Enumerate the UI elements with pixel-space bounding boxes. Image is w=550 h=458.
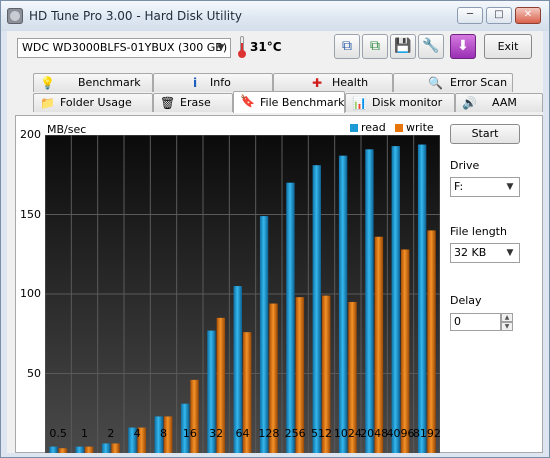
file-benchmark-icon: 🔖	[240, 94, 255, 108]
bar-read-4096	[391, 146, 400, 453]
start-button[interactable]: Start	[450, 124, 520, 144]
chevron-down-icon: ▼	[506, 248, 514, 258]
bar-write-2048	[374, 236, 384, 453]
copy-screenshot-button[interactable]: ⧉	[362, 34, 388, 59]
file-length-select[interactable]: 32 KB ▼	[450, 243, 520, 263]
tab-aam[interactable]: 🔊 AAM	[455, 93, 543, 112]
bar-read-2048	[365, 149, 374, 453]
legend-write-label: write	[406, 121, 434, 134]
temperature-readout: 31°C	[250, 40, 282, 54]
y-tick-label: 50	[27, 366, 41, 380]
exit-button[interactable]: Exit	[484, 34, 532, 59]
benchmark-chart	[45, 135, 440, 453]
options-button[interactable]: 🔧	[418, 34, 444, 59]
legend-read-swatch	[350, 124, 358, 132]
tab-error-scan[interactable]: 🔍 Error Scan	[393, 73, 513, 92]
tab-disk-monitor-label: Disk monitor	[372, 96, 443, 109]
drive-label: Drive	[450, 159, 480, 172]
app-disk-icon	[7, 8, 23, 24]
drive-select[interactable]: WDC WD3000BLFS-01YBUX (300 GB) ▼	[17, 38, 231, 58]
tab-disk-monitor[interactable]: 📊 Disk monitor	[345, 93, 455, 112]
drive-letter-select[interactable]: F: ▼	[450, 177, 520, 197]
tab-info-label: Info	[210, 76, 231, 89]
tab-health[interactable]: ✚ Health	[273, 73, 393, 92]
folder-icon: 📁	[40, 96, 55, 110]
tab-error-scan-label: Error Scan	[450, 76, 508, 89]
speaker-icon: 🔊	[462, 96, 477, 110]
title-bar[interactable]: HD Tune Pro 3.00 - Hard Disk Utility ─ □…	[1, 1, 549, 31]
drive-letter-value: F:	[454, 180, 464, 193]
bar-read-8192	[417, 144, 427, 453]
bar-read-0.5	[49, 446, 58, 453]
tab-erase[interactable]: 🗑 Erase	[153, 93, 233, 112]
thermometer-icon	[237, 36, 247, 58]
copy-text-button[interactable]: ⧉	[334, 34, 360, 59]
wrench-icon: 🔧	[422, 38, 440, 54]
x-tick-label: 8192	[412, 427, 441, 440]
legend-read-label: read	[361, 121, 386, 134]
copy-icon: ⧉	[342, 38, 352, 54]
lightbulb-icon: 💡	[40, 76, 55, 90]
chevron-down-icon: ▼	[217, 43, 225, 53]
bar-write-4096	[401, 249, 410, 453]
tab-folder-usage[interactable]: 📁 Folder Usage	[33, 93, 153, 112]
magnifier-icon: 🔍	[428, 76, 443, 90]
trash-icon: 🗑	[160, 96, 176, 110]
legend-write-swatch	[395, 124, 403, 132]
file-length-label: File length	[450, 225, 507, 238]
drive-select-value: WDC WD3000BLFS-01YBUX (300 GB)	[22, 41, 228, 54]
bar-read-1024	[338, 155, 348, 453]
bar-read-512	[312, 165, 321, 453]
bar-write-0.5	[58, 448, 68, 453]
tab-info[interactable]: i Info	[153, 73, 273, 92]
chevron-down-icon: ▼	[506, 182, 514, 192]
file-length-value: 32 KB	[454, 246, 487, 259]
y-tick-label: 100	[20, 287, 41, 300]
tab-file-benchmark[interactable]: 🔖 File Benchmark	[233, 91, 345, 113]
bar-write-2	[111, 443, 120, 453]
minimize-button[interactable]: ─	[457, 7, 483, 24]
disk-monitor-icon: 📊	[352, 96, 367, 110]
tab-benchmark[interactable]: 💡 Benchmark	[33, 73, 153, 92]
y-tick-label: 200	[20, 128, 41, 141]
download-button[interactable]: ⬇	[450, 34, 476, 59]
tab-erase-label: Erase	[180, 96, 211, 109]
window-title: HD Tune Pro 3.00 - Hard Disk Utility	[29, 9, 242, 23]
download-arrow-icon: ⬇	[457, 38, 469, 54]
bar-write-16	[190, 379, 199, 453]
floppy-icon: 💾	[394, 38, 412, 54]
close-button[interactable]: ✕	[515, 7, 541, 24]
tab-folder-usage-label: Folder Usage	[60, 96, 132, 109]
y-tick-label: 150	[20, 207, 41, 221]
bar-read-1	[75, 446, 84, 453]
app-window: HD Tune Pro 3.00 - Hard Disk Utility ─ □…	[0, 0, 550, 458]
tab-health-label: Health	[332, 76, 369, 89]
maximize-button[interactable]: □	[486, 7, 512, 24]
bar-read-128	[259, 216, 269, 453]
bar-read-2	[101, 443, 111, 453]
copy-screenshot-icon: ⧉	[370, 38, 380, 54]
bar-write-8192	[427, 230, 436, 453]
bar-write-1	[85, 446, 94, 453]
info-icon: i	[192, 76, 198, 90]
health-cross-icon: ✚	[311, 76, 323, 90]
delay-label: Delay	[450, 294, 482, 307]
bar-read-256	[286, 182, 295, 453]
tab-file-benchmark-label: File Benchmark	[260, 96, 345, 109]
tab-benchmark-label: Benchmark	[78, 76, 141, 89]
delay-spin-down[interactable]: ▼	[501, 322, 513, 331]
delay-input[interactable]: 0	[450, 313, 501, 331]
save-button[interactable]: 💾	[390, 34, 416, 59]
client-area: WDC WD3000BLFS-01YBUX (300 GB) ▼ 31°C ⧉ …	[7, 31, 543, 453]
delay-spin-up[interactable]: ▲	[501, 313, 513, 322]
tab-aam-label: AAM	[492, 96, 517, 109]
